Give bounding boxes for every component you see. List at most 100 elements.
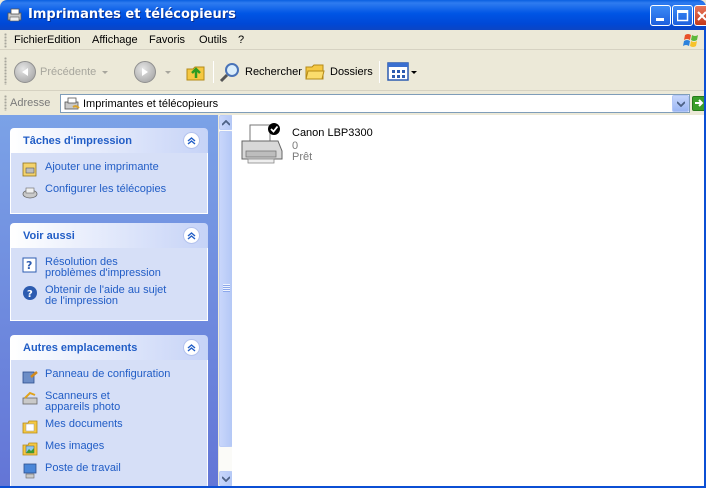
group-body: ? Résolution des problèmes d'impression … — [10, 248, 208, 321]
collapse-chevron-icon[interactable] — [183, 132, 200, 149]
folders-button[interactable]: Dossiers — [304, 59, 373, 85]
close-icon — [697, 11, 706, 21]
menu-affichage[interactable]: Affichage — [92, 34, 138, 46]
svg-text:?: ? — [27, 289, 33, 300]
task-label: Mes documents — [45, 418, 123, 430]
views-dropdown-icon[interactable] — [411, 70, 417, 74]
forward-arrow-icon — [134, 61, 156, 83]
task-label: Configurer les télécopies — [45, 183, 167, 195]
title-bar[interactable]: Imprimantes et télécopieurs — [0, 0, 706, 30]
group-header[interactable]: Tâches d'impression — [10, 128, 208, 153]
place-my-computer[interactable]: Poste de travail — [11, 460, 207, 482]
task-label: Ajouter une imprimante — [45, 161, 159, 173]
address-grip[interactable] — [4, 95, 7, 111]
task-label: Scanneurs et appareils photo — [45, 390, 121, 413]
place-my-pictures[interactable]: Mes images — [11, 438, 207, 460]
up-folder-icon — [186, 66, 205, 81]
printer-list-view[interactable]: Canon LBP3300 0 Prêt — [232, 115, 706, 488]
collapse-chevron-icon[interactable] — [183, 339, 200, 356]
close-button[interactable] — [694, 5, 706, 26]
task-label: Mes images — [45, 440, 105, 452]
my-computer-icon — [23, 463, 37, 479]
help-circle-icon: ? — [23, 286, 37, 300]
printer-folder-icon — [7, 8, 22, 22]
task-label: Résolution des problèmes d'impression — [45, 256, 161, 279]
search-label: Rechercher — [245, 66, 302, 78]
search-icon — [219, 63, 239, 83]
default-printer-check-icon — [268, 123, 280, 135]
search-button[interactable]: Rechercher — [219, 59, 302, 85]
back-label: Précédente — [40, 66, 97, 78]
my-documents-icon — [22, 420, 38, 434]
group-body: Ajouter une imprimante Configurer les té… — [10, 153, 208, 214]
group-title: Voir aussi — [23, 230, 75, 242]
menu-fichier[interactable]: Fichier — [14, 34, 47, 46]
menu-bar: Fichier Edition Affichage Favoris Outils… — [0, 30, 706, 50]
maximize-button[interactable] — [672, 5, 693, 26]
minimize-button[interactable] — [650, 5, 671, 26]
toolbar-grip[interactable] — [4, 57, 7, 85]
add-printer-icon — [22, 162, 37, 177]
group-title: Tâches d'impression — [23, 135, 132, 147]
chevron-down-icon — [676, 100, 685, 107]
folders-label: Dossiers — [330, 66, 373, 78]
collapse-chevron-icon[interactable] — [183, 227, 200, 244]
window-title: Imprimantes et télécopieurs — [28, 7, 236, 22]
address-label: Adresse — [10, 97, 51, 109]
chevron-up-icon — [222, 119, 230, 126]
views-icon — [387, 62, 409, 81]
place-control-panel[interactable]: Panneau de configuration — [11, 366, 207, 388]
task-label: Poste de travail — [45, 462, 121, 474]
task-printing-help[interactable]: ? Obtenir de l'aide au sujet de l'impres… — [11, 282, 207, 310]
group-title: Autres emplacements — [23, 342, 138, 354]
my-pictures-icon — [22, 442, 38, 456]
toolbar-separator — [213, 61, 214, 83]
task-pane-scrollbar[interactable] — [218, 115, 233, 488]
task-label: Panneau de configuration — [45, 368, 171, 380]
task-label: Obtenir de l'aide au sujet de l'impressi… — [45, 284, 167, 307]
group-header[interactable]: Autres emplacements — [10, 335, 208, 360]
forward-button[interactable] — [134, 59, 171, 85]
forward-dropdown-icon[interactable] — [165, 70, 171, 74]
task-pane: Tâches d'impression Ajouter une impriman… — [0, 115, 218, 488]
printer-folder-icon — [64, 97, 80, 110]
up-folder-button[interactable] — [184, 59, 208, 85]
standard-toolbar: Précédente Rechercher Dossiers — [0, 51, 706, 91]
printer-name: Canon LBP3300 — [292, 127, 373, 139]
group-body: Panneau de configuration Scanneurs et ap… — [10, 360, 208, 488]
scroll-up-button[interactable] — [219, 115, 233, 130]
menu-help[interactable]: ? — [238, 34, 244, 46]
address-bar: Adresse Imprimantes et télécopieurs — [0, 92, 706, 114]
scroll-down-button[interactable] — [219, 471, 233, 486]
address-input[interactable]: Imprimantes et télécopieurs — [60, 94, 690, 113]
back-dropdown-icon[interactable] — [102, 70, 109, 74]
address-value: Imprimantes et télécopieurs — [83, 98, 219, 110]
help-book-icon: ? — [22, 257, 37, 273]
task-troubleshoot-printing[interactable]: ? Résolution des problèmes d'impression — [11, 254, 207, 282]
scroll-thumb[interactable] — [219, 131, 233, 447]
other-places-group: Autres emplacements Panneau de configura… — [10, 335, 208, 488]
place-scanners-cameras[interactable]: Scanneurs et appareils photo — [11, 388, 207, 416]
back-arrow-icon — [14, 61, 36, 83]
printer-status: Prêt — [292, 151, 313, 163]
menu-outils[interactable]: Outils — [199, 34, 227, 46]
printer-item[interactable]: Canon LBP3300 0 Prêt — [238, 121, 438, 171]
scanner-icon — [22, 391, 38, 405]
views-button[interactable] — [387, 59, 417, 85]
fax-icon — [22, 187, 38, 199]
print-tasks-group: Tâches d'impression Ajouter une impriman… — [10, 128, 208, 214]
menu-edition[interactable]: Edition — [47, 34, 81, 46]
menu-favoris[interactable]: Favoris — [149, 34, 185, 46]
place-my-documents[interactable]: Mes documents — [11, 416, 207, 438]
windows-logo-icon — [683, 34, 698, 47]
task-configure-fax[interactable]: Configurer les télécopies — [11, 181, 207, 203]
toolbar-separator — [379, 61, 380, 83]
back-button[interactable]: Précédente — [14, 59, 109, 85]
task-add-printer[interactable]: Ajouter une imprimante — [11, 159, 207, 181]
address-dropdown-button[interactable] — [672, 95, 689, 112]
svg-text:?: ? — [26, 259, 32, 272]
menu-grip[interactable] — [4, 33, 7, 48]
see-also-group: Voir aussi ? Résolution des problèmes d'… — [10, 223, 208, 321]
folders-icon — [305, 64, 325, 80]
group-header[interactable]: Voir aussi — [10, 223, 208, 248]
